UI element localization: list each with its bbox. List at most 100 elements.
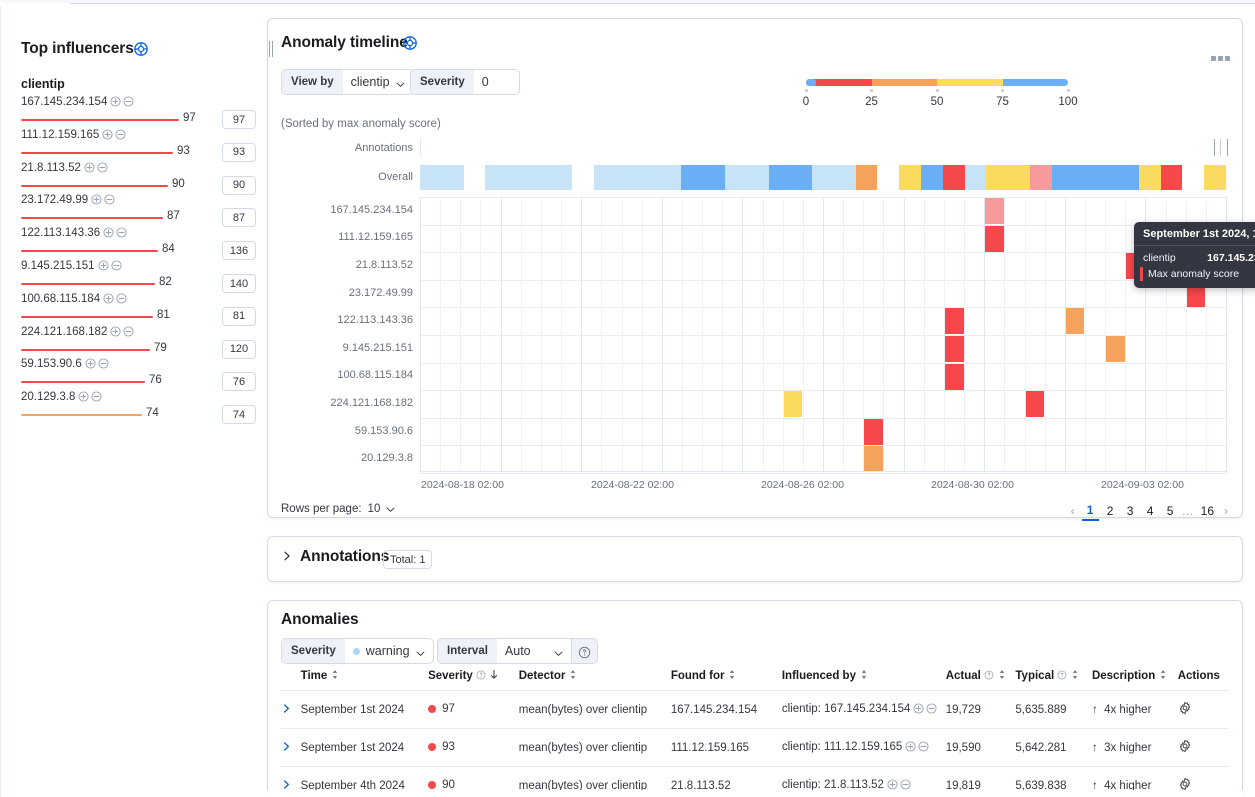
cell-actions[interactable] <box>1178 729 1229 767</box>
pagination-next-button[interactable]: › <box>1220 504 1232 518</box>
panel-menu-button[interactable] <box>1211 56 1230 61</box>
question-circle-icon[interactable] <box>571 639 597 664</box>
heatmap-cell[interactable] <box>985 226 1004 252</box>
overall-lane-cell[interactable] <box>616 165 638 190</box>
pagination-page-4[interactable]: 4 <box>1142 501 1159 521</box>
column-header-influenced_by[interactable]: Influenced by <box>782 669 946 691</box>
anomalies-severity-filter[interactable]: Severity warning <box>281 638 434 664</box>
remove-filter-icon[interactable] <box>116 293 127 304</box>
gear-icon[interactable] <box>1178 777 1192 791</box>
gear-icon[interactable] <box>1178 739 1192 753</box>
overall-lane-cell[interactable] <box>681 165 703 190</box>
overall-lane-cell[interactable] <box>877 165 899 190</box>
heatmap-cell[interactable] <box>945 308 964 334</box>
influencer-filter-icons[interactable] <box>110 96 136 110</box>
heatmap-cell[interactable] <box>1106 336 1125 362</box>
influencer-item[interactable]: 100.68.115.1848181 <box>21 291 256 324</box>
remove-filter-icon[interactable] <box>111 260 122 271</box>
column-header-actual[interactable]: Actual <box>946 669 1016 691</box>
influencer-filter-icons[interactable] <box>103 227 129 241</box>
overall-lane-cell[interactable] <box>1204 165 1226 190</box>
influencer-filter-icons[interactable] <box>85 358 111 372</box>
overall-lane-cell[interactable] <box>899 165 921 190</box>
rows-per-page-button[interactable]: Rows per page: 10 <box>281 503 395 515</box>
overall-lane-cell[interactable] <box>986 165 1008 190</box>
influencer-filter-icons[interactable] <box>103 293 129 307</box>
overall-lane-cell[interactable] <box>769 165 791 190</box>
add-filter-icon[interactable] <box>84 162 95 173</box>
anomalies-interval-select[interactable]: Auto <box>497 639 571 663</box>
pagination-page-3[interactable]: 3 <box>1122 501 1139 521</box>
remove-filter-icon[interactable] <box>926 703 937 714</box>
overall-lane-cell[interactable] <box>1008 165 1030 190</box>
add-filter-icon[interactable] <box>905 741 916 752</box>
pagination-page-2[interactable]: 2 <box>1102 501 1119 521</box>
heatmap-cell[interactable] <box>784 391 803 417</box>
overall-lane-cell[interactable] <box>790 165 812 190</box>
sort-icon[interactable] <box>1070 669 1080 680</box>
add-filter-icon[interactable] <box>102 129 113 140</box>
anomalies-interval-filter[interactable]: Interval Auto <box>437 638 598 664</box>
overall-lane-cell[interactable] <box>594 165 616 190</box>
influencer-item[interactable]: 20.129.3.87474 <box>21 389 256 422</box>
influencer-item[interactable]: 167.145.234.1549797 <box>21 94 256 127</box>
pagination-page-5[interactable]: 5 <box>1162 501 1179 521</box>
remove-filter-icon[interactable] <box>98 358 109 369</box>
anomalies-severity-select[interactable]: warning <box>345 639 433 663</box>
table-row[interactable]: September 1st 202497mean(bytes) over cli… <box>281 691 1229 729</box>
remove-filter-icon[interactable] <box>91 391 102 402</box>
overall-lane-cell[interactable] <box>965 165 987 190</box>
overall-lane-cell[interactable] <box>485 165 507 190</box>
annotation-marker[interactable] <box>1214 139 1228 156</box>
influencer-filter-icons[interactable] <box>110 326 136 340</box>
row-expander[interactable] <box>281 729 301 767</box>
overall-lane-cell[interactable] <box>442 165 464 190</box>
overall-lane-cell[interactable] <box>943 165 965 190</box>
remove-filter-icon[interactable] <box>123 326 134 337</box>
remove-filter-icon[interactable] <box>104 194 115 205</box>
gear-icon[interactable] <box>1178 701 1192 715</box>
overall-lane-cell[interactable] <box>725 165 747 190</box>
column-header-time[interactable]: Time <box>301 669 428 691</box>
pagination-page-1[interactable]: 1 <box>1082 501 1099 521</box>
overall-lane-cell[interactable] <box>921 165 943 190</box>
remove-filter-icon[interactable] <box>900 779 911 790</box>
chevron-right-icon[interactable] <box>281 779 292 790</box>
heatmap-cell[interactable] <box>1026 391 1045 417</box>
overall-swimlane[interactable] <box>420 165 1226 190</box>
sort-icon[interactable] <box>1158 669 1168 680</box>
add-filter-icon[interactable] <box>103 227 114 238</box>
influencer-filter-icons[interactable] <box>905 741 931 755</box>
drag-handle-icon[interactable] <box>269 41 273 57</box>
influencer-item[interactable]: 122.113.143.3684136 <box>21 225 256 258</box>
overall-lane-cell[interactable] <box>1073 165 1095 190</box>
add-filter-icon[interactable] <box>98 260 109 271</box>
overall-lane-cell[interactable] <box>420 165 442 190</box>
add-filter-icon[interactable] <box>78 391 89 402</box>
info-icon[interactable] <box>984 670 994 681</box>
chevron-right-icon[interactable] <box>281 703 292 714</box>
overall-lane-cell[interactable] <box>638 165 660 190</box>
sort-icon[interactable] <box>997 669 1007 680</box>
influencer-filter-icons[interactable] <box>84 162 110 176</box>
influencer-item[interactable]: 224.121.168.18279120 <box>21 324 256 357</box>
column-header-detector[interactable]: Detector <box>519 669 671 691</box>
add-filter-icon[interactable] <box>887 779 898 790</box>
sort-icon[interactable] <box>727 669 737 680</box>
heatmap-cell[interactable] <box>864 446 883 472</box>
pagination-prev-button[interactable]: ‹ <box>1067 504 1079 518</box>
influencer-item[interactable]: 111.12.159.1659393 <box>21 127 256 160</box>
chevron-right-icon[interactable] <box>281 550 293 562</box>
chevron-right-icon[interactable] <box>281 741 292 752</box>
overall-lane-cell[interactable] <box>551 165 573 190</box>
remove-filter-icon[interactable] <box>97 162 108 173</box>
anomaly-heatmap[interactable] <box>420 197 1226 473</box>
row-expander[interactable] <box>281 691 301 729</box>
add-filter-icon[interactable] <box>91 194 102 205</box>
influencer-filter-icons[interactable] <box>78 391 104 405</box>
influencer-item[interactable]: 21.8.113.529090 <box>21 160 256 193</box>
influencer-item[interactable]: 23.172.49.998787 <box>21 192 256 225</box>
add-filter-icon[interactable] <box>103 293 114 304</box>
add-filter-icon[interactable] <box>913 703 924 714</box>
overall-lane-cell[interactable] <box>1161 165 1183 190</box>
